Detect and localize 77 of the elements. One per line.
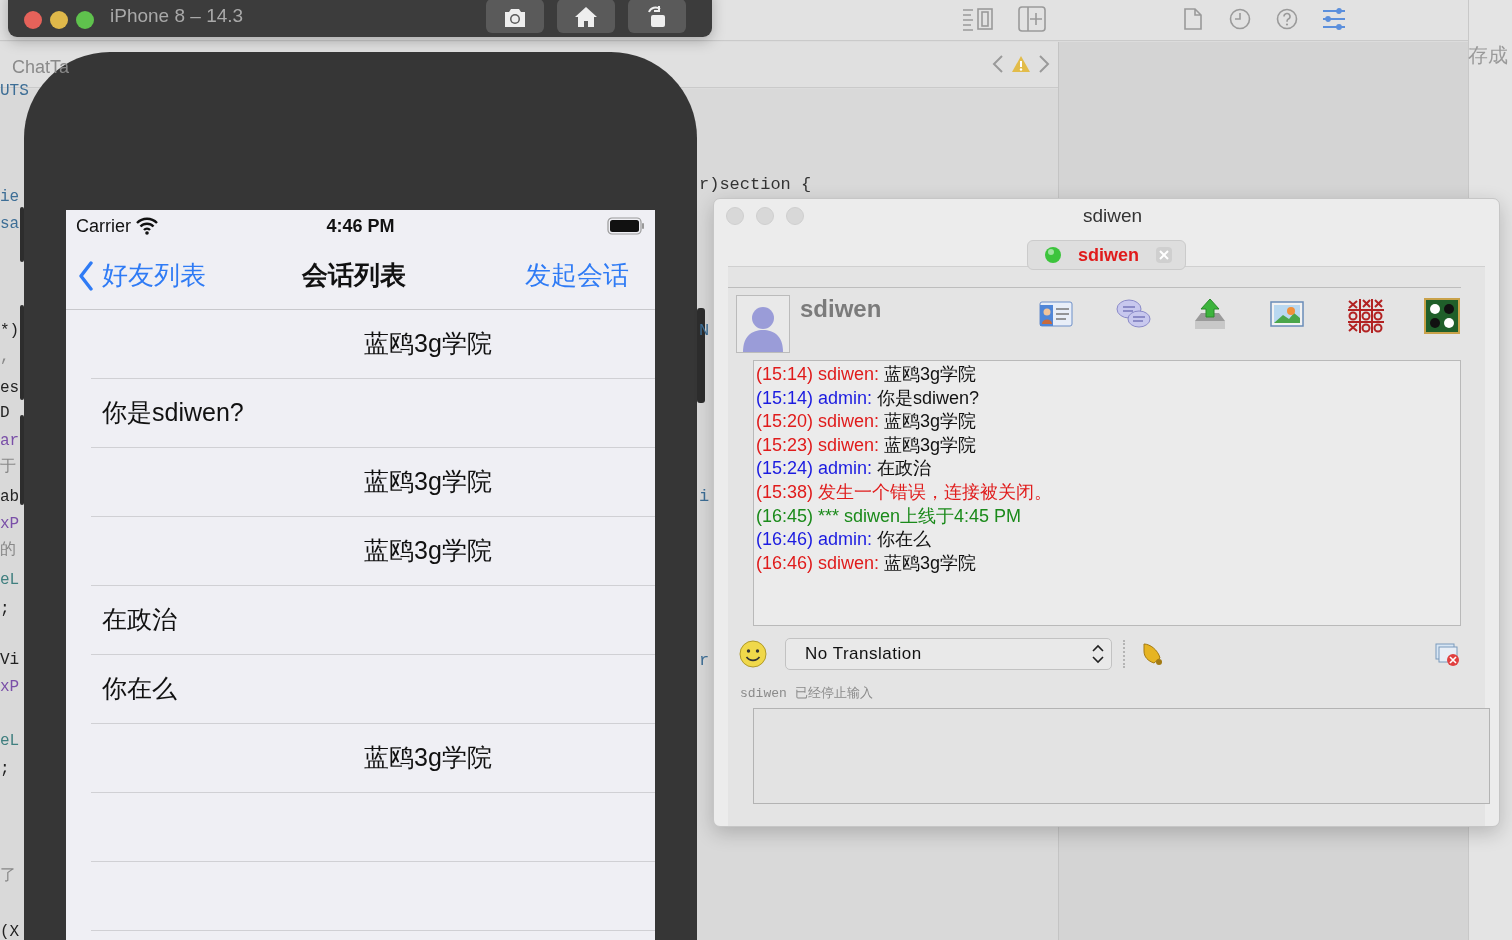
back-icon (78, 260, 94, 291)
code-text: 于 (0, 457, 16, 478)
close-chat-icon[interactable] (1435, 641, 1461, 667)
chat-message: (15:24) admin: 在政治 (756, 457, 933, 481)
rotate-button[interactable] (628, 0, 686, 33)
carrier-label: Carrier (76, 214, 131, 238)
chat-message: (16:46) admin: 你在么 (756, 528, 933, 552)
wifi-icon (135, 217, 159, 235)
translation-select[interactable]: No Translation (785, 638, 1112, 670)
code-text: xP (0, 677, 20, 698)
contact-name: sdiwen (800, 295, 882, 323)
tab-label: sdiwen (1078, 243, 1139, 267)
file-icon[interactable] (1184, 8, 1202, 30)
help-icon[interactable] (1276, 8, 1298, 30)
code-text: eL (0, 731, 20, 752)
code-text: 了 (0, 866, 16, 887)
code-text: ; (0, 599, 10, 620)
message-text: 在政治 (102, 604, 177, 636)
code-text: ab (0, 487, 20, 508)
code-text: r)section { (699, 174, 812, 196)
typing-status: sdiwen 已经停止输入 (740, 685, 874, 703)
code-text: , (0, 347, 10, 368)
message-text: 你在么 (102, 673, 177, 705)
adjustments-icon[interactable] (1322, 8, 1346, 30)
back-icon[interactable] (992, 54, 1004, 74)
inspector-icon[interactable] (962, 7, 994, 31)
screenshot-button[interactable] (486, 0, 544, 33)
start-chat-link[interactable]: 发起会话 (525, 256, 629, 295)
close-icon[interactable] (1155, 246, 1173, 264)
code-text: ie (0, 187, 20, 208)
code-text: ; (0, 759, 10, 780)
message-text: 蓝鸥3g学院 (364, 328, 492, 360)
code-text: D (0, 403, 10, 424)
code-text: 的 (0, 540, 16, 561)
code-text: UTS (0, 81, 29, 102)
message-text: 蓝鸥3g学院 (364, 742, 492, 774)
chat-message: (15:20) sdiwen: 蓝鸥3g学院 (756, 410, 978, 434)
code-text: ar (0, 431, 20, 452)
chat-message: (15:23) sdiwen: 蓝鸥3g学院 (756, 433, 978, 457)
back-link[interactable]: 好友列表 (78, 256, 206, 295)
minimize-button[interactable] (50, 11, 68, 29)
home-button[interactable] (557, 0, 615, 33)
online-status-icon (1044, 246, 1062, 264)
code-text: Vi (0, 650, 20, 671)
code-text: sa (0, 214, 20, 235)
chat-message: (15:14) admin: 你是sdiwen? (756, 386, 981, 410)
chat-message: (16:46) sdiwen: 蓝鸥3g学院 (756, 551, 978, 575)
code-text: es (0, 378, 20, 399)
message-text: 你是sdiwen? (102, 397, 244, 429)
code-text: (X (0, 922, 20, 940)
code-text: i (699, 486, 710, 508)
code-text: *) (0, 321, 20, 342)
code-text: r (699, 650, 710, 672)
clock-icon[interactable] (1229, 8, 1251, 30)
chat-tab[interactable]: sdiwen (1027, 240, 1186, 270)
zoom-button[interactable] (76, 11, 94, 29)
code-text: eL (0, 570, 20, 591)
code-text: xP (0, 514, 20, 535)
forward-icon[interactable] (1038, 54, 1050, 74)
smiley-icon[interactable] (738, 639, 768, 669)
status-time: 4:46 PM (326, 214, 395, 238)
window-title: sdiwen (1082, 203, 1143, 228)
chat-message: (16:45) *** sdiwen上线于4:45 PM (756, 504, 1023, 528)
editor-text: 存成 (1468, 43, 1508, 68)
add-editor-icon[interactable] (1018, 6, 1046, 32)
warning-icon[interactable] (1011, 55, 1031, 73)
message-input[interactable] (753, 707, 1490, 804)
close-button[interactable] (24, 11, 42, 29)
window-title: iPhone 8 – 14.3 (110, 4, 244, 28)
battery-icon (607, 217, 645, 235)
chat-message: (15:38) 发生一个错误，连接被关闭。 (756, 480, 1054, 504)
message-text: 蓝鸥3g学院 (364, 535, 492, 567)
game-board-icon[interactable] (1423, 297, 1461, 337)
chat-message: (15:14) sdiwen: 蓝鸥3g学院 (756, 363, 978, 386)
message-text: 蓝鸥3g学院 (364, 466, 492, 498)
nav-title: 会话列表 (301, 259, 406, 292)
stepper-icon (1091, 643, 1105, 665)
